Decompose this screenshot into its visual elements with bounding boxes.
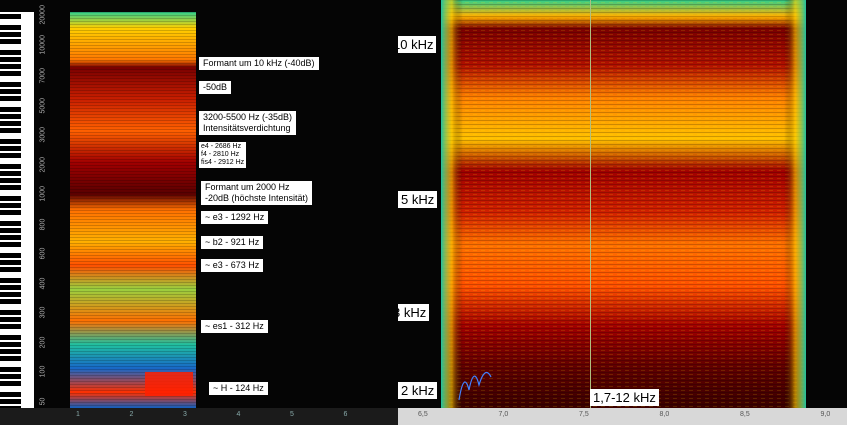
left-spectrogram [70, 12, 196, 408]
piano-black-key [0, 317, 21, 322]
time-tick-label: 8,0 [659, 411, 670, 418]
label-10khz: 10 kHz [398, 36, 437, 53]
time-tick-label: 5 [290, 411, 294, 418]
piano-black-key [0, 14, 21, 19]
piano-black-key [0, 25, 21, 30]
annotation-h-124: ~ H - 124 Hz [209, 382, 268, 395]
piano-black-key [0, 196, 21, 201]
label-3khz: 3 kHz [398, 304, 430, 321]
piano-black-key [0, 50, 21, 55]
annotation-es1-312: ~ es1 - 312 Hz [201, 320, 268, 333]
freq-tick-label: 800 [39, 218, 47, 231]
label-2khz: 2 kHz [398, 382, 438, 399]
piano-black-key [0, 32, 21, 37]
piano-black-key [0, 107, 21, 112]
frequency-axis: 20000 10000 7000 5000 3000 2000 1000 800 600 400 3… [36, 0, 54, 408]
annotation-formant-2k: Formant um 2000 Hz -20dB (höchste Intens… [201, 181, 313, 205]
piano-black-key [0, 342, 21, 347]
piano-black-key [0, 349, 21, 354]
freq-tick-label: 10000 [39, 34, 47, 55]
piano-black-key [0, 260, 21, 265]
piano-black-key [0, 89, 21, 94]
right-spectrogram [441, 0, 806, 408]
time-tick-label: 8,5 [740, 411, 750, 418]
left-time-axis: 1 2 3 4 5 6 [0, 408, 398, 425]
piano-black-key [0, 324, 21, 329]
piano-black-key [0, 178, 21, 183]
freq-tick-label: 100 [39, 366, 47, 378]
piano-black-key [0, 228, 21, 233]
piano-black-key [0, 278, 21, 283]
piano-black-key [0, 367, 21, 372]
freq-tick-label: 5000 [39, 97, 47, 114]
piano-black-key [0, 64, 21, 69]
freq-tick-label: 600 [39, 247, 47, 260]
right-time-axis: 6,5 7,0 7,5 8,0 8,5 9,0 [398, 408, 847, 425]
piano-black-key [0, 392, 21, 397]
piano-black-key [0, 82, 21, 87]
piano-black-key [0, 374, 21, 379]
annotation-intensity: 3200-5500 Hz (-35dB) Intensitätsverdicht… [199, 111, 297, 135]
piano-black-key [0, 164, 21, 169]
freq-tick-label: 300 [39, 307, 47, 319]
annotation-notes: e4 - 2686 Hz f4 - 2810 Hz fis4 - 2912 Hz [199, 142, 247, 168]
time-tick-label: 3 [183, 411, 187, 418]
piano-black-key [0, 242, 21, 247]
piano-black-key [0, 292, 21, 297]
piano-black-key [0, 221, 21, 226]
label-range: 1,7-12 kHz [590, 389, 659, 406]
piano-keyboard [0, 12, 34, 412]
piano-black-key [0, 114, 21, 119]
piano-black-key [0, 96, 21, 101]
freq-tick-label: 7000 [39, 67, 47, 84]
annotation-formant-10k: Formant um 10 kHz (-40dB) [199, 57, 319, 70]
piano-black-key [0, 253, 21, 258]
left-spectrogram-panel: 20000 10000 7000 5000 3000 2000 1000 800 600 400 3… [0, 0, 398, 425]
piano-black-key [0, 299, 21, 304]
piano-black-key [0, 185, 21, 190]
piano-black-key [0, 57, 21, 62]
playhead-cursor [590, 0, 591, 408]
piano-black-key [0, 310, 21, 315]
piano-black-key [0, 139, 21, 144]
label-5khz: 5 kHz [398, 191, 438, 208]
freq-tick-label: 1000 [39, 186, 47, 202]
annotation-e3-1292: ~ e3 - 1292 Hz [201, 211, 269, 224]
time-tick-label: 6,5 [418, 411, 428, 418]
freq-tick-label: 50 [39, 397, 47, 406]
piano-black-key [0, 210, 21, 215]
freq-tick-label: 400 [39, 277, 47, 290]
annotation-e3-673: ~ e3 - 673 Hz [201, 259, 264, 272]
time-tick-label: 4 [236, 411, 241, 418]
annotation-minus50: -50dB [199, 81, 232, 94]
piano-black-key [0, 39, 21, 44]
time-tick-label: 1 [76, 411, 80, 418]
time-tick-label: 6 [343, 411, 348, 418]
piano-black-key [0, 267, 21, 272]
time-tick-label: 7,0 [498, 411, 509, 418]
piano-black-key [0, 146, 21, 151]
time-tick-label: 2 [129, 411, 134, 418]
piano-black-key [0, 399, 21, 404]
piano-black-key [0, 203, 21, 208]
piano-black-key [0, 171, 21, 176]
piano-black-key [0, 71, 21, 76]
annotation-b2-921: ~ b2 - 921 Hz [201, 236, 264, 249]
piano-black-key [0, 381, 21, 386]
time-tick-label: 7,5 [579, 411, 589, 418]
freq-tick-label: 3000 [39, 127, 47, 143]
freq-tick-label: 200 [39, 336, 47, 349]
time-tick-label: 9,0 [820, 411, 831, 418]
freq-tick-label: 2000 [39, 156, 47, 173]
piano-black-key [0, 128, 21, 133]
piano-black-key [0, 285, 21, 290]
freq-tick-label: 20000 [39, 5, 47, 25]
piano-black-key [0, 121, 21, 126]
piano-black-key [0, 235, 21, 240]
piano-black-key [0, 356, 21, 361]
right-spectrogram-panel: 10 kHz 5 kHz 3 kHz 2 kHz 1,7-12 kHz 6,5 7… [398, 0, 847, 425]
piano-black-key [0, 153, 21, 158]
piano-black-key [0, 335, 21, 340]
